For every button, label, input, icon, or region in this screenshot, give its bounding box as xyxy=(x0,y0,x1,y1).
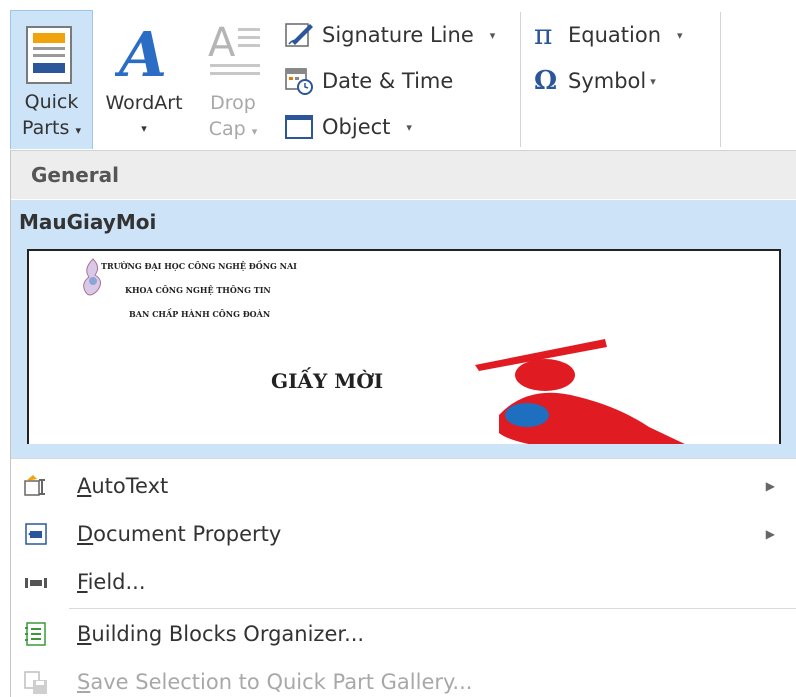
omega-icon: Ω xyxy=(534,66,558,96)
drop-cap-label-line1: Drop xyxy=(210,92,256,114)
wordart-label: WordArt xyxy=(105,92,183,114)
chevron-down-icon: ▾ xyxy=(677,28,683,42)
menu-item-autotext[interactable]: AutoText ▶ xyxy=(11,462,796,510)
quick-parts-label-line1: Quick xyxy=(24,91,79,113)
preview-line-2: KHOA CÔNG NGHỆ THÔNG TIN xyxy=(125,285,271,295)
submenu-arrow-icon: ▶ xyxy=(765,527,775,541)
symbol-button[interactable]: Ω Symbol ▾ xyxy=(534,62,656,100)
drop-cap-icon: A xyxy=(208,20,260,75)
chevron-down-icon: ▾ xyxy=(650,74,656,88)
signature-line-label: Signature Line xyxy=(322,23,474,47)
menu-item-document-property[interactable]: Document Property ▶ xyxy=(11,510,796,558)
object-icon xyxy=(285,115,313,139)
quick-parts-button[interactable]: Quick Parts ▾ xyxy=(10,10,93,149)
graduation-logo-icon xyxy=(475,339,685,444)
chevron-down-icon: ▾ xyxy=(75,124,81,137)
date-time-button[interactable]: Date & Time xyxy=(284,62,453,100)
date-time-label: Date & Time xyxy=(322,69,454,93)
svg-text:A: A xyxy=(115,20,167,84)
field-icon xyxy=(25,578,47,588)
preview-line-1: TRƯỜNG ĐẠI HỌC CÔNG NGHỆ ĐỒNG NAI xyxy=(101,261,297,271)
calendar-clock-icon xyxy=(285,68,313,95)
chevron-down-icon: ▾ xyxy=(489,28,496,42)
submenu-arrow-icon: ▶ xyxy=(765,479,775,493)
quick-parts-dropdown: General MauGiayMoi TRƯỜNG ĐẠI HỌC CÔNG N… xyxy=(10,150,796,697)
gallery-category-header: General xyxy=(11,150,796,199)
quick-parts-icon xyxy=(26,26,72,84)
menu-item-label: Building Blocks Organizer... xyxy=(77,622,365,646)
chevron-down-icon: ▾ xyxy=(251,125,258,138)
equation-button[interactable]: π Equation ▾ xyxy=(534,16,683,54)
gallery-item-title: MauGiayMoi xyxy=(19,210,157,234)
menu-item-label: Document Property xyxy=(77,522,282,546)
quick-parts-label-line2: Parts xyxy=(22,117,70,139)
document-property-icon xyxy=(25,523,47,545)
save-selection-icon xyxy=(24,671,47,694)
menu-divider xyxy=(69,608,796,609)
gallery-category-label: General xyxy=(31,163,119,187)
drop-cap-button[interactable]: A Drop Cap ▾ xyxy=(196,10,274,149)
drop-cap-label-line2: Cap xyxy=(208,118,246,140)
menu-item-field[interactable]: Field... xyxy=(11,558,796,606)
ribbon-group-divider xyxy=(520,12,521,147)
chevron-down-icon: ▾ xyxy=(141,122,147,135)
building-blocks-icon xyxy=(25,622,46,646)
chevron-down-icon: ▾ xyxy=(406,120,412,134)
menu-item-building-blocks-organizer[interactable]: Building Blocks Organizer... xyxy=(11,610,796,658)
menu-item-label: Save Selection to Quick Part Gallery... xyxy=(77,670,473,694)
insert-ribbon-text-group: Quick Parts ▾ A WordArt ▾ A Drop Cap ▾ S… xyxy=(0,0,796,150)
pi-icon: π xyxy=(534,18,553,51)
wordart-icon: A xyxy=(115,20,167,84)
building-block-preview: TRƯỜNG ĐẠI HỌC CÔNG NGHỆ ĐỒNG NAI KHOA C… xyxy=(27,249,781,444)
equation-label: Equation xyxy=(568,23,662,47)
ribbon-group-divider xyxy=(720,12,721,147)
wordart-button[interactable]: A WordArt ▾ xyxy=(93,10,195,149)
preview-line-3: BAN CHẤP HÀNH CÔNG ĐOÀN xyxy=(129,309,271,319)
menu-item-label: AutoText xyxy=(77,474,169,498)
svg-text:A: A xyxy=(208,20,236,66)
symbol-label: Symbol xyxy=(568,69,647,93)
object-label: Object xyxy=(322,115,391,139)
gallery-item-maugiaymoi[interactable]: MauGiayMoi TRƯỜNG ĐẠI HỌC CÔNG NGHỆ ĐỒNG… xyxy=(11,200,796,458)
menu-item-save-selection[interactable]: Save Selection to Quick Part Gallery... xyxy=(11,658,796,697)
preview-heading: GIẤY MỜI xyxy=(271,369,384,393)
menu-divider xyxy=(11,458,796,459)
autotext-icon xyxy=(24,475,45,496)
signature-pen-icon xyxy=(285,23,313,47)
menu-item-label: Field... xyxy=(77,570,146,594)
signature-line-button[interactable]: Signature Line ▾ xyxy=(284,16,495,54)
object-button[interactable]: Object ▾ xyxy=(284,108,412,146)
